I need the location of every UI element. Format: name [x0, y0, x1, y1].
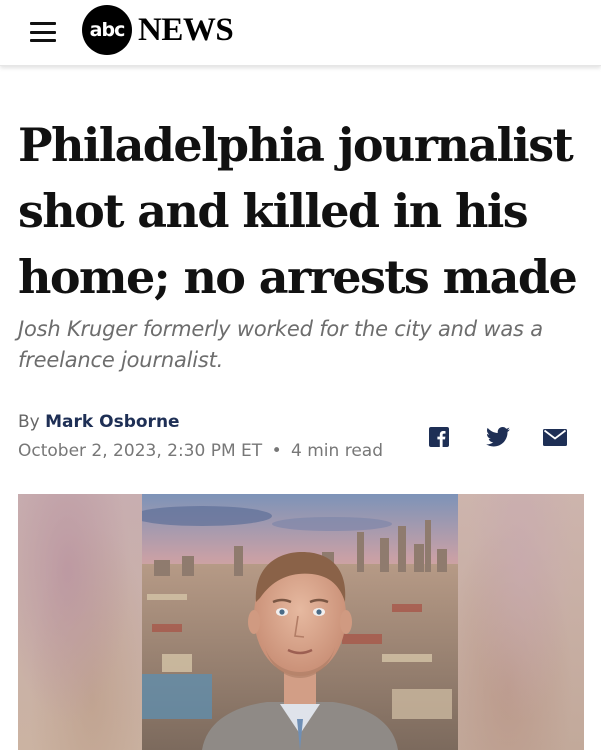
hero-blur-right — [458, 494, 584, 750]
byline: By Mark Osborne — [18, 410, 180, 434]
article-headline: Philadelphia journalist shot and killed … — [18, 118, 578, 304]
facebook-icon[interactable] — [428, 424, 450, 450]
publish-date: October 2, 2023, 2:30 PM ET — [18, 441, 263, 461]
city-skyline-portrait — [142, 494, 458, 750]
hero-image[interactable] — [18, 494, 584, 750]
email-icon[interactable] — [542, 424, 568, 450]
author-link[interactable]: Mark Osborne — [45, 412, 179, 432]
hamburger-menu-icon[interactable] — [26, 17, 60, 47]
twitter-icon[interactable] — [484, 424, 512, 450]
portrait-photo — [142, 494, 458, 750]
byline-prefix: By — [18, 412, 40, 432]
article-subheadline: Josh Kruger formerly worked for the city… — [18, 317, 543, 372]
article-meta: October 2, 2023, 2:30 PM ET • 4 min read — [18, 439, 383, 463]
news-wordmark: NEWS — [138, 11, 234, 48]
read-time: 4 min read — [291, 441, 383, 461]
meta-separator: • — [271, 441, 282, 461]
abc-news-logo[interactable]: abc NEWS — [82, 5, 234, 55]
hero-blur-left — [18, 494, 142, 750]
site-header: abc NEWS — [0, 0, 601, 66]
abc-logo-circle: abc — [82, 5, 132, 55]
